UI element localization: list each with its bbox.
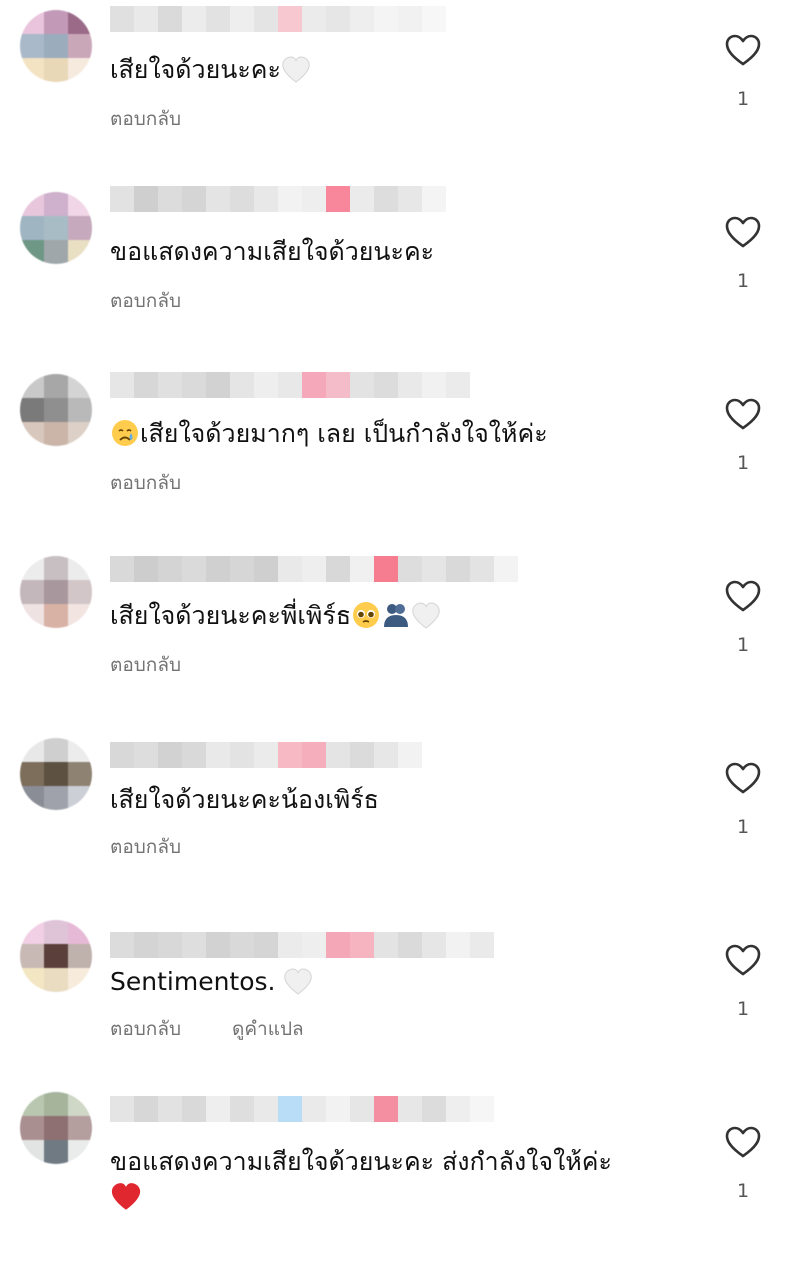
username-blurred[interactable] bbox=[110, 186, 446, 212]
comment-text: เสียใจด้วยนะคะน้องเพิร์ธ bbox=[110, 785, 379, 814]
like-count: 1 bbox=[736, 452, 750, 474]
heart-outline-icon[interactable] bbox=[723, 1122, 763, 1162]
username-blurred[interactable] bbox=[110, 372, 470, 398]
like-count: 1 bbox=[736, 634, 750, 656]
like-count: 1 bbox=[736, 816, 750, 838]
comment-1: เสียใจด้วยนะคะ ตอบกลับ 1 bbox=[0, 0, 800, 182]
heart-outline-icon[interactable] bbox=[723, 394, 763, 434]
reply-button[interactable]: ตอบกลับ bbox=[110, 104, 181, 134]
comment-4: เสียใจด้วยนะคะพี่เพิร์ธ ตอบกลับ 1 bbox=[0, 546, 800, 728]
like-count: 1 bbox=[736, 88, 750, 110]
comment-text: เสียใจด้วยนะคะพี่เพิร์ธ bbox=[110, 598, 670, 640]
username-blurred[interactable] bbox=[110, 932, 494, 958]
heart-outline-icon[interactable] bbox=[723, 30, 763, 70]
comment-5: เสียใจด้วยนะคะน้องเพิร์ธ ตอบกลับ 1 bbox=[0, 728, 800, 910]
heart-outline-icon[interactable] bbox=[723, 758, 763, 798]
white-heart-emoji bbox=[411, 602, 441, 640]
comment-text: Sentimentos. bbox=[110, 964, 670, 1006]
comment-text: ขอแสดงความเสียใจด้วยนะคะ ส่งกำลังใจให้ค่… bbox=[110, 1144, 670, 1222]
white-heart-emoji bbox=[283, 968, 313, 1006]
heart-outline-icon[interactable] bbox=[723, 576, 763, 616]
username-blurred[interactable] bbox=[110, 556, 518, 582]
comment-text: ขอแสดงความเสียใจด้วยนะคะ bbox=[110, 237, 435, 266]
heart-outline-icon[interactable] bbox=[723, 212, 763, 252]
white-heart-emoji bbox=[281, 56, 311, 94]
avatar[interactable] bbox=[20, 556, 92, 628]
username-blurred[interactable] bbox=[110, 6, 446, 32]
avatar[interactable] bbox=[20, 1092, 92, 1164]
username-blurred[interactable] bbox=[110, 742, 422, 768]
comment-text: เสียใจด้วยนะคะ bbox=[110, 52, 670, 94]
red-heart-emoji bbox=[110, 1182, 142, 1222]
comment-7: ขอแสดงความเสียใจด้วยนะคะ ส่งกำลังใจให้ค่… bbox=[0, 1092, 800, 1274]
reply-button[interactable]: ตอบกลับ bbox=[110, 1014, 181, 1044]
reply-button[interactable]: ตอบกลับ bbox=[110, 286, 181, 316]
comment-3: เสียใจด้วยมากๆ เลย เป็นกำลังใจให้ค่ะ ตอบ… bbox=[0, 364, 800, 546]
avatar[interactable] bbox=[20, 10, 92, 82]
avatar[interactable] bbox=[20, 374, 92, 446]
crying-face-emoji bbox=[110, 418, 140, 458]
see-translation-button[interactable]: ดูคำแปล bbox=[232, 1014, 304, 1044]
comment-2: ขอแสดงความเสียใจด้วยนะคะ ตอบกลับ 1 bbox=[0, 182, 800, 364]
comment-6: Sentimentos. ตอบกลับ ดูคำแปล 1 bbox=[0, 910, 800, 1092]
pleading-face-emoji bbox=[351, 600, 381, 640]
like-count: 1 bbox=[736, 270, 750, 292]
people-hugging-emoji bbox=[381, 600, 411, 640]
avatar[interactable] bbox=[20, 192, 92, 264]
like-count: 1 bbox=[736, 998, 750, 1020]
avatar[interactable] bbox=[20, 738, 92, 810]
like-count: 1 bbox=[736, 1180, 750, 1202]
username-blurred[interactable] bbox=[110, 1096, 494, 1122]
reply-button[interactable]: ตอบกลับ bbox=[110, 468, 181, 498]
reply-button[interactable]: ตอบกลับ bbox=[110, 832, 181, 862]
avatar[interactable] bbox=[20, 920, 92, 992]
comment-text: เสียใจด้วยมากๆ เลย เป็นกำลังใจให้ค่ะ bbox=[110, 416, 670, 458]
reply-button[interactable]: ตอบกลับ bbox=[110, 650, 181, 680]
heart-outline-icon[interactable] bbox=[723, 940, 763, 980]
